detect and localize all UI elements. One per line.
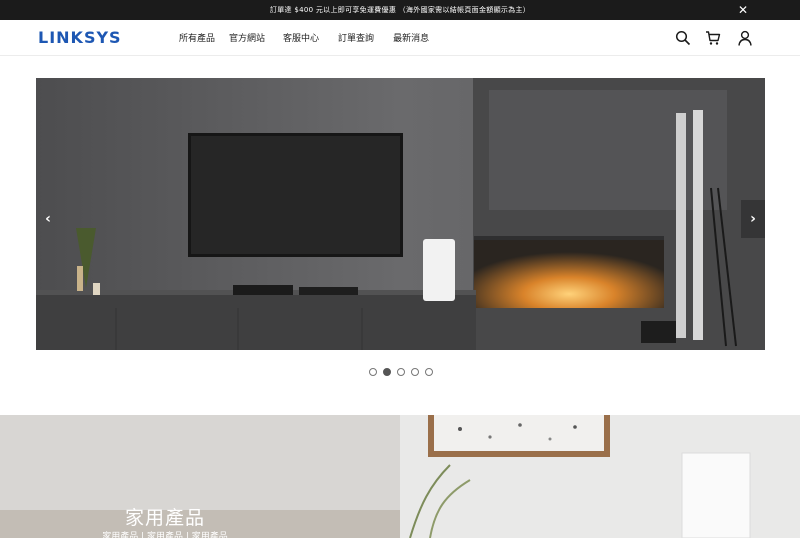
tile-home-subtitle: 家用產品 | 家用產品 | 家用產品 bbox=[102, 532, 228, 538]
cart-icon[interactable] bbox=[705, 30, 721, 46]
nav-support[interactable]: 客服中心 bbox=[283, 31, 319, 44]
category-tiles: 家用產品 家用產品 | 家用產品 | 家用產品 bbox=[0, 415, 800, 538]
close-icon[interactable]: ✕ bbox=[736, 3, 750, 17]
linksys-logo[interactable]: LINKSYS bbox=[38, 29, 122, 47]
announcement-bar: 訂單達 $400 元以上即可享免運費優惠 （海外國家需以結帳頁面金額顯示為主） … bbox=[0, 0, 800, 20]
living-room-scene bbox=[36, 78, 765, 350]
main-nav: 所有產品 官方網站 客服中心 訂單查詢 最新消息 bbox=[179, 31, 443, 44]
chevron-right-icon[interactable]: › bbox=[741, 200, 765, 238]
carousel-dot-3[interactable] bbox=[397, 368, 405, 376]
hero-carousel-image[interactable] bbox=[36, 78, 765, 350]
carousel-dots bbox=[369, 368, 439, 376]
carousel-dot-4[interactable] bbox=[411, 368, 419, 376]
carousel-dot-5[interactable] bbox=[425, 368, 433, 376]
nav-order-lookup[interactable]: 訂單查詢 bbox=[338, 31, 374, 44]
tile-second-category[interactable] bbox=[400, 415, 800, 538]
account-icon[interactable] bbox=[737, 30, 753, 46]
second-tile-image bbox=[400, 415, 800, 538]
search-icon[interactable] bbox=[675, 30, 691, 46]
nav-official-site[interactable]: 官方網站 bbox=[229, 31, 265, 44]
tile-home-products[interactable]: 家用產品 家用產品 | 家用產品 | 家用產品 bbox=[0, 415, 400, 538]
nav-news[interactable]: 最新消息 bbox=[393, 31, 429, 44]
site-header: LINKSYS 所有產品 官方網站 客服中心 訂單查詢 最新消息 bbox=[0, 20, 800, 56]
nav-all-products[interactable]: 所有產品 bbox=[179, 31, 215, 44]
carousel-dot-1[interactable] bbox=[369, 368, 377, 376]
chevron-left-icon[interactable]: ‹ bbox=[36, 200, 60, 238]
announcement-text: 訂單達 $400 元以上即可享免運費優惠 （海外國家需以結帳頁面金額顯示為主） bbox=[269, 6, 531, 14]
tile-home-title: 家用產品 bbox=[124, 507, 205, 529]
carousel-dot-2[interactable] bbox=[383, 368, 391, 376]
